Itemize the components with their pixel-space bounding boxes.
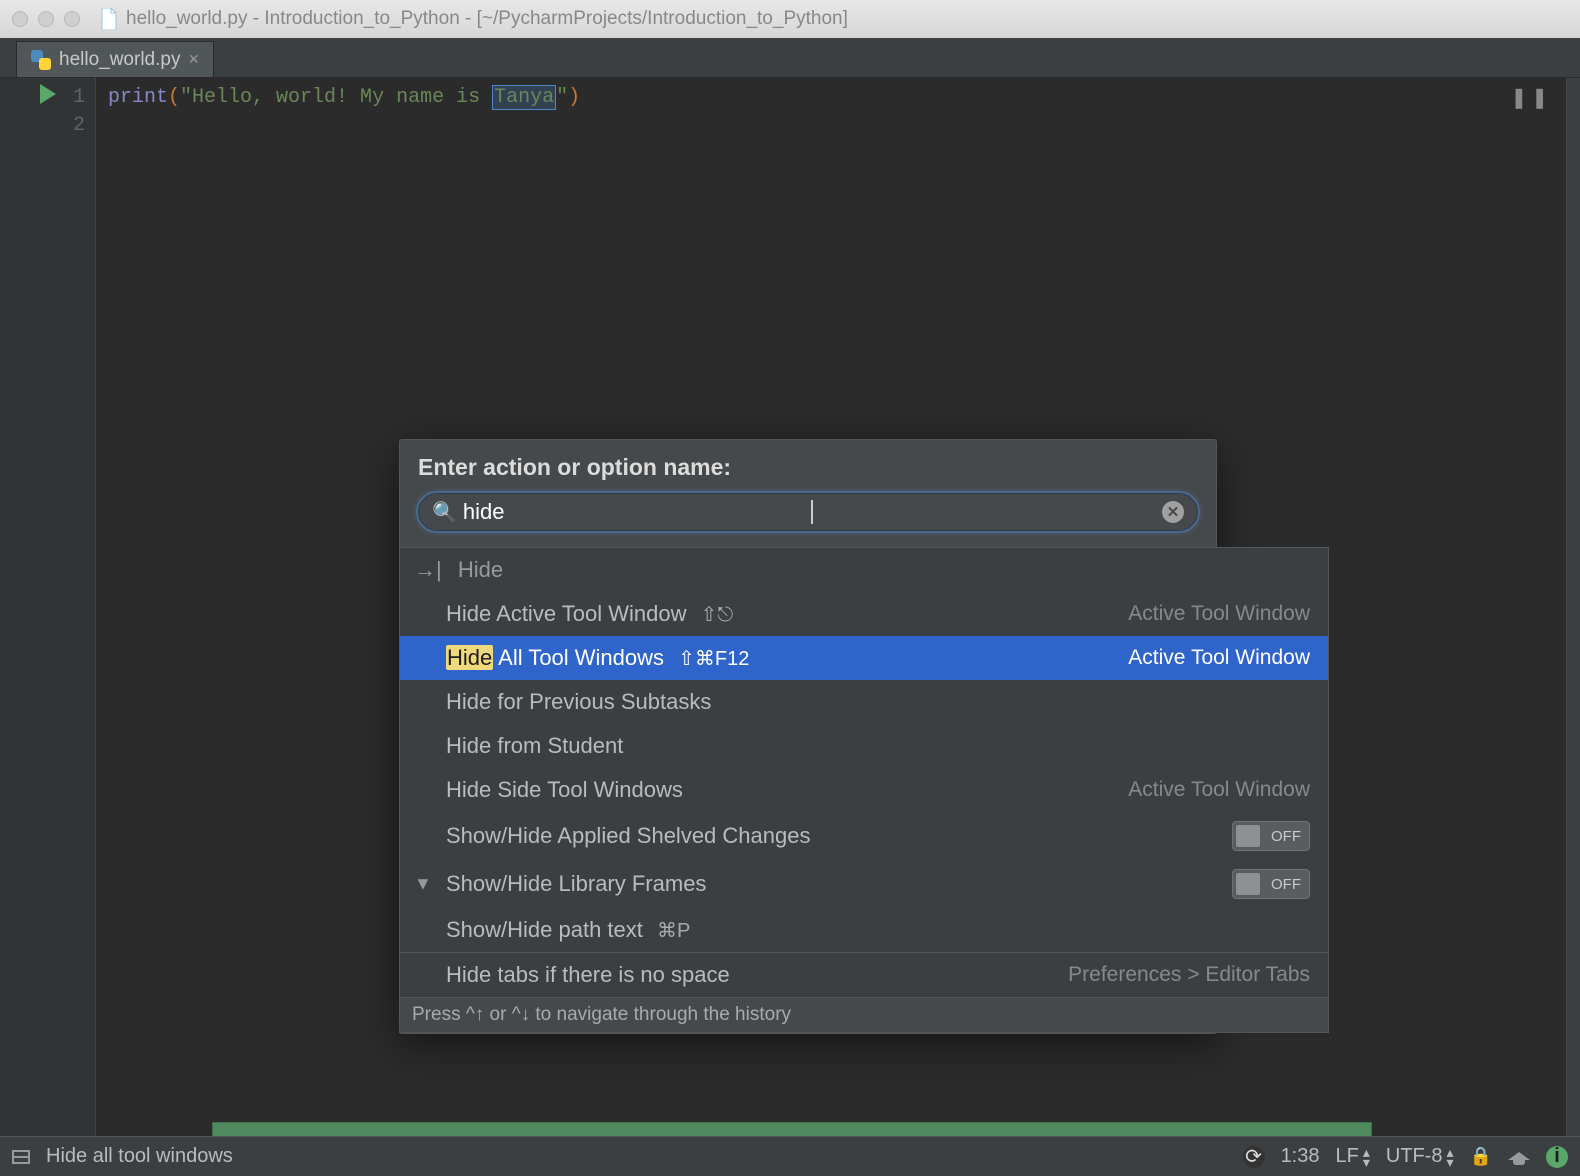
filter-icon: ▼ bbox=[414, 874, 432, 895]
result-label: Show/Hide Applied Shelved Changes bbox=[446, 823, 810, 849]
indicator-icon[interactable]: i bbox=[1546, 1146, 1568, 1168]
file-encoding[interactable]: UTF-8 ▴▾ bbox=[1386, 1145, 1454, 1168]
result-label-prefix: Hide bbox=[446, 601, 491, 626]
toggle-off[interactable]: OFF bbox=[1232, 821, 1310, 851]
result-item[interactable]: ▼ Show/Hide Library Frames OFF bbox=[400, 860, 1328, 908]
search-input[interactable] bbox=[463, 499, 812, 525]
result-item[interactable]: Hide tabs if there is no space Preferenc… bbox=[400, 952, 1328, 997]
lock-icon[interactable]: 🔒 bbox=[1470, 1146, 1492, 1167]
dropdown-arrows-icon: ▴▾ bbox=[1447, 1147, 1454, 1167]
result-item-selected[interactable]: Hide All Tool Windows ⇧⌘F12 Active Tool … bbox=[400, 636, 1328, 680]
result-item[interactable]: Hide Active Tool Window ⇧⎋ Active Tool W… bbox=[400, 592, 1328, 636]
code-string: " bbox=[556, 86, 568, 109]
results-list: →| Hide Hide Active Tool Window ⇧⎋ Activ… bbox=[399, 547, 1329, 1033]
file-icon bbox=[100, 8, 118, 30]
encoding-label: UTF-8 bbox=[1386, 1145, 1443, 1168]
result-label-rest: for Previous Subtasks bbox=[491, 689, 711, 714]
code-paren: ( bbox=[168, 86, 180, 109]
popup-title: Enter action or option name: bbox=[400, 440, 1216, 491]
edu-icon[interactable] bbox=[1508, 1149, 1530, 1165]
result-label-rest: Active Tool Window bbox=[491, 601, 686, 626]
python-file-icon bbox=[31, 50, 51, 70]
text-caret bbox=[811, 500, 813, 524]
result-hint: Active Tool Window bbox=[1128, 602, 1310, 626]
editor-tabbar: hello_world.py × bbox=[0, 38, 1580, 78]
result-label-rest: Side Tool Windows bbox=[491, 777, 683, 802]
result-label-prefix: Hide bbox=[446, 689, 491, 714]
abbreviation-icon: →| bbox=[414, 557, 442, 582]
zoom-window-icon[interactable] bbox=[64, 11, 80, 27]
result-item[interactable]: Hide for Previous Subtasks bbox=[400, 680, 1328, 724]
caret-position[interactable]: 1:38 bbox=[1281, 1145, 1320, 1168]
line-separator[interactable]: LF ▴▾ bbox=[1336, 1145, 1370, 1168]
result-label-prefix: Hide bbox=[446, 962, 491, 987]
result-hint: Active Tool Window bbox=[1128, 778, 1310, 802]
editor-tab[interactable]: hello_world.py × bbox=[16, 41, 214, 77]
window-title: hello_world.py - Introduction_to_Python … bbox=[126, 8, 848, 30]
results-footer: Press ^↑ or ^↓ to navigate through the h… bbox=[400, 997, 1328, 1032]
error-stripe bbox=[1566, 78, 1580, 1136]
result-label-rest: tabs if there is no space bbox=[491, 962, 729, 987]
code-selection: Tanya bbox=[492, 85, 556, 110]
result-label-rest: from Student bbox=[491, 733, 623, 758]
shortcut-label: ⇧⎋ bbox=[701, 604, 734, 626]
search-box[interactable]: 🔍 ✕ bbox=[416, 491, 1200, 533]
result-label-rest: All Tool Windows bbox=[493, 645, 664, 670]
code-identifier: print bbox=[108, 86, 168, 109]
status-message: Hide all tool windows bbox=[46, 1145, 233, 1168]
result-hint: Active Tool Window bbox=[1128, 646, 1310, 670]
tool-window-icon[interactable] bbox=[12, 1150, 30, 1164]
clear-icon[interactable]: ✕ bbox=[1162, 501, 1184, 523]
result-item[interactable]: Hide from Student bbox=[400, 724, 1328, 768]
result-label-prefix: Hide bbox=[446, 777, 491, 802]
result-hint: Preferences > Editor Tabs bbox=[1068, 963, 1310, 987]
traffic-lights bbox=[12, 11, 80, 27]
status-bar: Hide all tool windows ⟳ 1:38 LF ▴▾ UTF-8… bbox=[0, 1136, 1580, 1176]
result-label: Show/Hide Library Frames bbox=[446, 871, 706, 897]
find-action-popup: Enter action or option name: 🔍 ✕ →| Hide… bbox=[399, 439, 1217, 1034]
window-titlebar: hello_world.py - Introduction_to_Python … bbox=[0, 0, 1580, 38]
result-header: →| Hide bbox=[400, 548, 1328, 592]
pause-icon: ❚❚ bbox=[1510, 86, 1552, 114]
result-item[interactable]: Hide Side Tool Windows Active Tool Windo… bbox=[400, 768, 1328, 812]
tab-label: hello_world.py bbox=[59, 49, 180, 71]
result-label: Show/Hide path text bbox=[446, 917, 643, 942]
dropdown-arrows-icon: ▴▾ bbox=[1363, 1147, 1370, 1167]
result-item[interactable]: Show/Hide Applied Shelved Changes OFF bbox=[400, 812, 1328, 860]
result-item[interactable]: Show/Hide path text ⌘P bbox=[400, 908, 1328, 952]
minimize-window-icon[interactable] bbox=[38, 11, 54, 27]
shortcut-label: ⌘P bbox=[657, 920, 690, 942]
result-label-prefix: Hide bbox=[446, 733, 491, 758]
result-label-prefix: Hide bbox=[446, 645, 493, 670]
close-window-icon[interactable] bbox=[12, 11, 28, 27]
line-separator-label: LF bbox=[1336, 1145, 1359, 1168]
editor-container: 1 2 print("Hello, world! My name is Tany… bbox=[0, 78, 1580, 1136]
close-tab-icon[interactable]: × bbox=[188, 49, 199, 70]
run-gutter-icon[interactable] bbox=[40, 84, 56, 104]
toggle-off[interactable]: OFF bbox=[1232, 869, 1310, 899]
ide-status-icon[interactable]: ⟳ bbox=[1243, 1146, 1265, 1168]
code-string: "Hello, world! My name is bbox=[180, 86, 492, 109]
line-number: 2 bbox=[0, 112, 85, 140]
result-header-label: Hide bbox=[458, 557, 503, 582]
search-icon: 🔍 bbox=[432, 500, 457, 525]
code-paren: ) bbox=[568, 86, 580, 109]
shortcut-label: ⇧⌘F12 bbox=[678, 648, 749, 670]
gutter: 1 2 bbox=[0, 78, 96, 1136]
